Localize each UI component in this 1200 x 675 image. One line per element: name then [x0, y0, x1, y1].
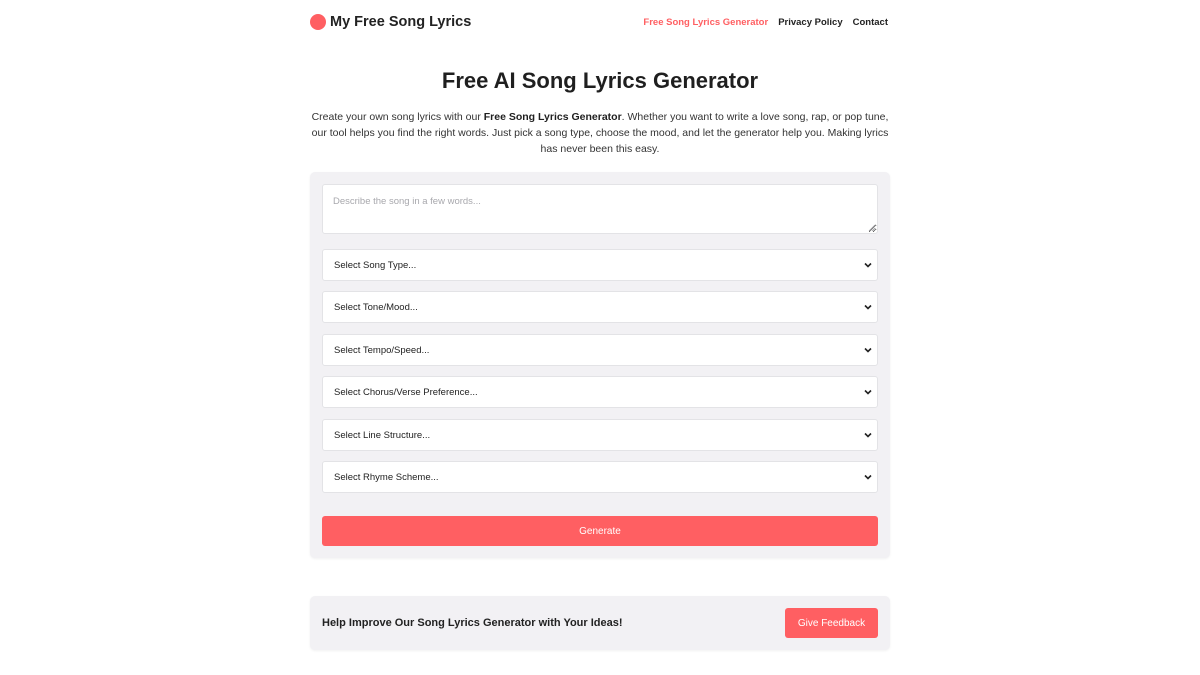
rhyme-scheme-select[interactable]: Select Rhyme Scheme... [322, 461, 878, 493]
give-feedback-button[interactable]: Give Feedback [785, 608, 878, 638]
tempo-speed-select-label: Select Tempo/Speed... [334, 344, 430, 356]
generator-form-card: Select Song Type... Select Tone/Mood... … [310, 172, 890, 558]
intro-text-start: Create your own song lyrics with our [311, 111, 484, 123]
intro-paragraph: Create your own song lyrics with our Fre… [306, 109, 894, 157]
line-structure-select-label: Select Line Structure... [334, 429, 431, 441]
brand-logo-link[interactable]: My Free Song Lyrics [310, 14, 471, 30]
rhyme-scheme-select-label: Select Rhyme Scheme... [334, 471, 439, 483]
circle-logo-icon [310, 14, 326, 30]
chevron-down-icon [864, 304, 872, 310]
brand-name: My Free Song Lyrics [330, 14, 472, 30]
chorus-verse-select[interactable]: Select Chorus/Verse Preference... [322, 376, 878, 408]
chevron-down-icon [864, 262, 872, 268]
song-type-select[interactable]: Select Song Type... [322, 249, 878, 281]
generate-button[interactable]: Generate [322, 516, 878, 546]
nav-link-privacy-policy[interactable]: Privacy Policy [778, 17, 842, 28]
intro-text-bold: Free Song Lyrics Generator [483, 111, 622, 123]
nav-link-contact[interactable]: Contact [853, 17, 888, 28]
song-description-input[interactable] [322, 184, 878, 234]
tone-mood-select-label: Select Tone/Mood... [334, 301, 418, 313]
nav-link-lyrics-generator[interactable]: Free Song Lyrics Generator [643, 17, 768, 28]
tempo-speed-select[interactable]: Select Tempo/Speed... [322, 334, 878, 366]
tone-mood-select[interactable]: Select Tone/Mood... [322, 291, 878, 323]
song-type-select-label: Select Song Type... [334, 259, 417, 271]
site-header: My Free Song Lyrics Free Song Lyrics Gen… [310, 10, 888, 34]
line-structure-select[interactable]: Select Line Structure... [322, 419, 878, 451]
page-title: Free AI Song Lyrics Generator [441, 68, 759, 93]
chevron-down-icon [864, 474, 872, 480]
chevron-down-icon [864, 389, 872, 395]
main-nav: Free Song Lyrics Generator Privacy Polic… [643, 17, 888, 28]
feedback-prompt-text: Help Improve Our Song Lyrics Generator w… [322, 617, 623, 629]
chorus-verse-select-label: Select Chorus/Verse Preference... [334, 386, 478, 398]
page: My Free Song Lyrics Free Song Lyrics Gen… [0, 0, 1200, 675]
feedback-card: Help Improve Our Song Lyrics Generator w… [310, 596, 890, 650]
chevron-down-icon [864, 432, 872, 438]
chevron-down-icon [864, 347, 872, 353]
